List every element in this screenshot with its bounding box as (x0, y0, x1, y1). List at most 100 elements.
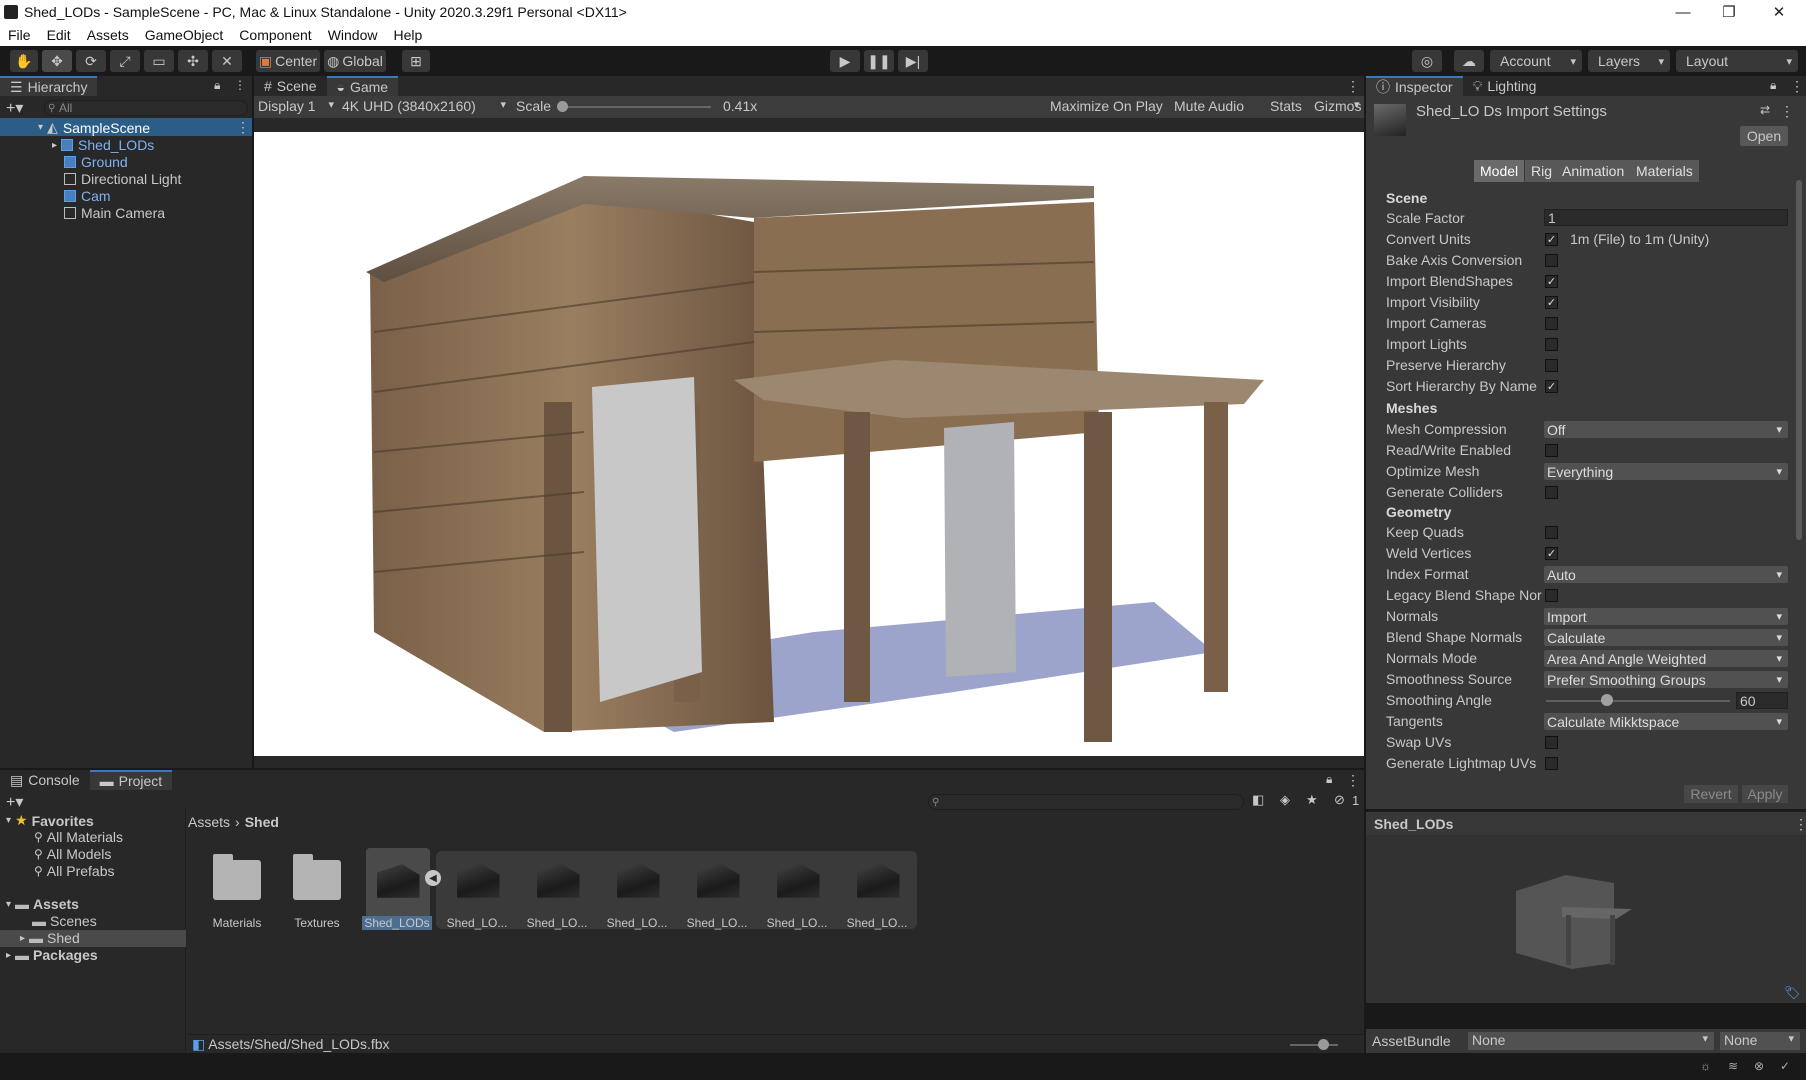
tab-project[interactable]: ▬ Project (89, 770, 173, 790)
breadcrumb-shed[interactable]: Shed (245, 814, 279, 830)
rect-tool-icon[interactable]: ▭ (144, 50, 174, 72)
menu-help[interactable]: Help (385, 27, 430, 43)
swap-uvs-checkbox[interactable] (1545, 736, 1558, 749)
pivot-center-toggle[interactable]: ▣ Center (256, 50, 320, 72)
smoothness-source-dropdown[interactable]: Prefer Smoothing Groups (1544, 671, 1788, 688)
inspector-header-kebab-icon[interactable]: ⋮ (1780, 103, 1794, 120)
asset-shed-lod-mesh[interactable]: Shed_LO... (758, 850, 836, 930)
pause-button[interactable]: ❚❚ (864, 50, 894, 72)
hierarchy-item-main-camera[interactable]: Main Camera (64, 205, 165, 221)
model-preview-viewport[interactable]: 🏷︎ (1366, 835, 1806, 1003)
resolution-dropdown[interactable]: 4K UHD (3840x2160) ▾ (342, 98, 508, 116)
folder-scenes[interactable]: ▬ Scenes (32, 913, 97, 929)
layout-dropdown[interactable]: Layout (1676, 50, 1798, 72)
tab-game[interactable]: ◒ Game (326, 76, 399, 96)
convert-units-checkbox[interactable]: ✓ (1545, 233, 1558, 246)
assets-root[interactable]: ▾ ▬ Assets (6, 896, 79, 912)
icon-size-slider-handle[interactable] (1318, 1039, 1329, 1050)
asset-materials-folder[interactable]: Materials (198, 850, 276, 930)
tab-lighting[interactable]: 💡︎ Lighting (1463, 76, 1547, 96)
preset-icon[interactable]: ⇄ (1760, 103, 1770, 117)
packages-root[interactable]: ▸ ▬ Packages (6, 947, 98, 963)
hierarchy-search-input[interactable]: ⚲ All (44, 100, 248, 116)
hierarchy-item-ground[interactable]: Ground (64, 154, 128, 170)
asset-shed-lod-mesh[interactable]: Shed_LO... (838, 850, 916, 930)
step-button[interactable]: ▶| (898, 50, 928, 72)
asset-shed-lod-mesh[interactable]: Shed_LO... (438, 850, 516, 930)
blend-shape-normals-dropdown[interactable]: Calculate (1544, 629, 1788, 646)
minimize-button[interactable]: — (1660, 0, 1706, 24)
menu-gameobject[interactable]: GameObject (137, 27, 232, 43)
asset-shed-lod-mesh[interactable]: Shed_LO... (678, 850, 756, 930)
smoothing-angle-slider-track[interactable] (1546, 700, 1730, 702)
collab-icon[interactable]: ◎ (1412, 50, 1442, 72)
mute-audio-toggle[interactable]: Mute Audio (1174, 98, 1244, 114)
read-write-checkbox[interactable] (1545, 444, 1558, 457)
scene-root[interactable]: ▾ ◭ SampleScene (38, 119, 150, 136)
assetbundle-variant-dropdown[interactable]: None ▾ (1720, 1032, 1800, 1050)
revert-button[interactable]: Revert (1684, 785, 1738, 803)
layers-dropdown[interactable]: Layers (1588, 50, 1670, 72)
sort-hierarchy-checkbox[interactable]: ✓ (1545, 380, 1558, 393)
scale-factor-input[interactable]: 1 (1544, 209, 1788, 226)
rotate-tool-icon[interactable]: ⟳ (76, 50, 106, 72)
progress-check-icon[interactable]: ✓ (1780, 1059, 1796, 1073)
favorites-header[interactable]: ▾ ★ Favorites (6, 812, 94, 829)
import-blendshapes-checkbox[interactable]: ✓ (1545, 275, 1558, 288)
tab-hierarchy[interactable]: ☰ Hierarchy (0, 76, 98, 96)
custom-tool-icon[interactable]: ✕ (212, 50, 242, 72)
scene-kebab-icon[interactable]: ⋮ (236, 119, 250, 136)
tab-inspector[interactable]: ⓘ Inspector (1366, 76, 1463, 96)
maximize-on-play-toggle[interactable]: Maximize On Play (1050, 98, 1163, 114)
hidden-packages-icon[interactable]: ⊘ (1334, 792, 1345, 808)
subtab-rig[interactable]: Rig (1525, 160, 1559, 182)
inspector-lock-icon[interactable]: 🔒︎ (1770, 78, 1776, 93)
bug-icon[interactable]: ☼ (1700, 1059, 1716, 1073)
optimize-mesh-dropdown[interactable]: Everything (1544, 463, 1788, 480)
subtab-model[interactable]: Model (1474, 160, 1525, 182)
hand-tool-icon[interactable]: ✋ (10, 50, 38, 72)
open-button[interactable]: Open (1740, 126, 1788, 146)
smoothing-angle-slider-handle[interactable] (1600, 694, 1613, 706)
asset-shed-lod-mesh[interactable]: Shed_LO... (598, 850, 676, 930)
favorite-all-models[interactable]: ⚲ All Models (34, 846, 111, 862)
account-dropdown[interactable]: Account (1490, 50, 1582, 72)
generate-colliders-checkbox[interactable] (1545, 486, 1558, 499)
folder-shed[interactable]: ▸ ▬ Shed (20, 930, 80, 946)
favorite-all-prefabs[interactable]: ⚲ All Prefabs (34, 863, 115, 879)
scale-slider-handle[interactable] (557, 101, 568, 112)
pivot-global-toggle[interactable]: ◍ Global (324, 50, 386, 72)
asset-label-icon[interactable]: 🏷︎ (1784, 985, 1801, 1001)
menu-edit[interactable]: Edit (39, 27, 79, 43)
tab-scene[interactable]: # Scene (254, 76, 327, 96)
subtab-animation[interactable]: Animation (1556, 160, 1631, 182)
close-button[interactable]: ✕ (1756, 0, 1802, 24)
display-dropdown[interactable]: Display 1 ▾ (258, 98, 336, 116)
favorite-star-icon[interactable]: ★ (1306, 792, 1318, 808)
project-kebab-icon[interactable]: ⋮ (1346, 772, 1360, 789)
preserve-hierarchy-checkbox[interactable] (1545, 359, 1558, 372)
menu-file[interactable]: File (0, 27, 39, 43)
add-object-button[interactable]: +▾ (6, 98, 23, 118)
subtab-materials[interactable]: Materials (1630, 160, 1699, 182)
apply-button[interactable]: Apply (1742, 785, 1788, 803)
scale-slider-track[interactable] (561, 106, 711, 108)
favorite-all-materials[interactable]: ⚲ All Materials (34, 829, 123, 845)
normals-mode-dropdown[interactable]: Area And Angle Weighted (1544, 650, 1788, 667)
icon-size-slider-track[interactable] (1290, 1044, 1338, 1046)
mesh-compression-dropdown[interactable]: Off (1544, 421, 1788, 438)
scale-tool-icon[interactable]: ⤢ (110, 50, 140, 72)
game-render-viewport[interactable] (254, 132, 1364, 756)
index-format-dropdown[interactable]: Auto (1544, 566, 1788, 583)
maximize-button[interactable]: ❐ (1706, 0, 1752, 24)
smoothing-angle-input[interactable]: 60 (1736, 692, 1788, 709)
breadcrumb-assets[interactable]: Assets (188, 814, 230, 830)
inspector-scrollbar[interactable] (1796, 180, 1802, 540)
search-by-label-icon[interactable]: ◈ (1280, 792, 1290, 808)
lightmap-uvs-checkbox[interactable] (1545, 757, 1558, 770)
menu-assets[interactable]: Assets (79, 27, 137, 43)
cloud-icon[interactable]: ☁ (1454, 50, 1484, 72)
menu-component[interactable]: Component (231, 27, 319, 43)
inspector-kebab-icon[interactable]: ⋮ (1790, 78, 1804, 95)
lock-icon[interactable]: 🔒︎ (214, 78, 220, 93)
